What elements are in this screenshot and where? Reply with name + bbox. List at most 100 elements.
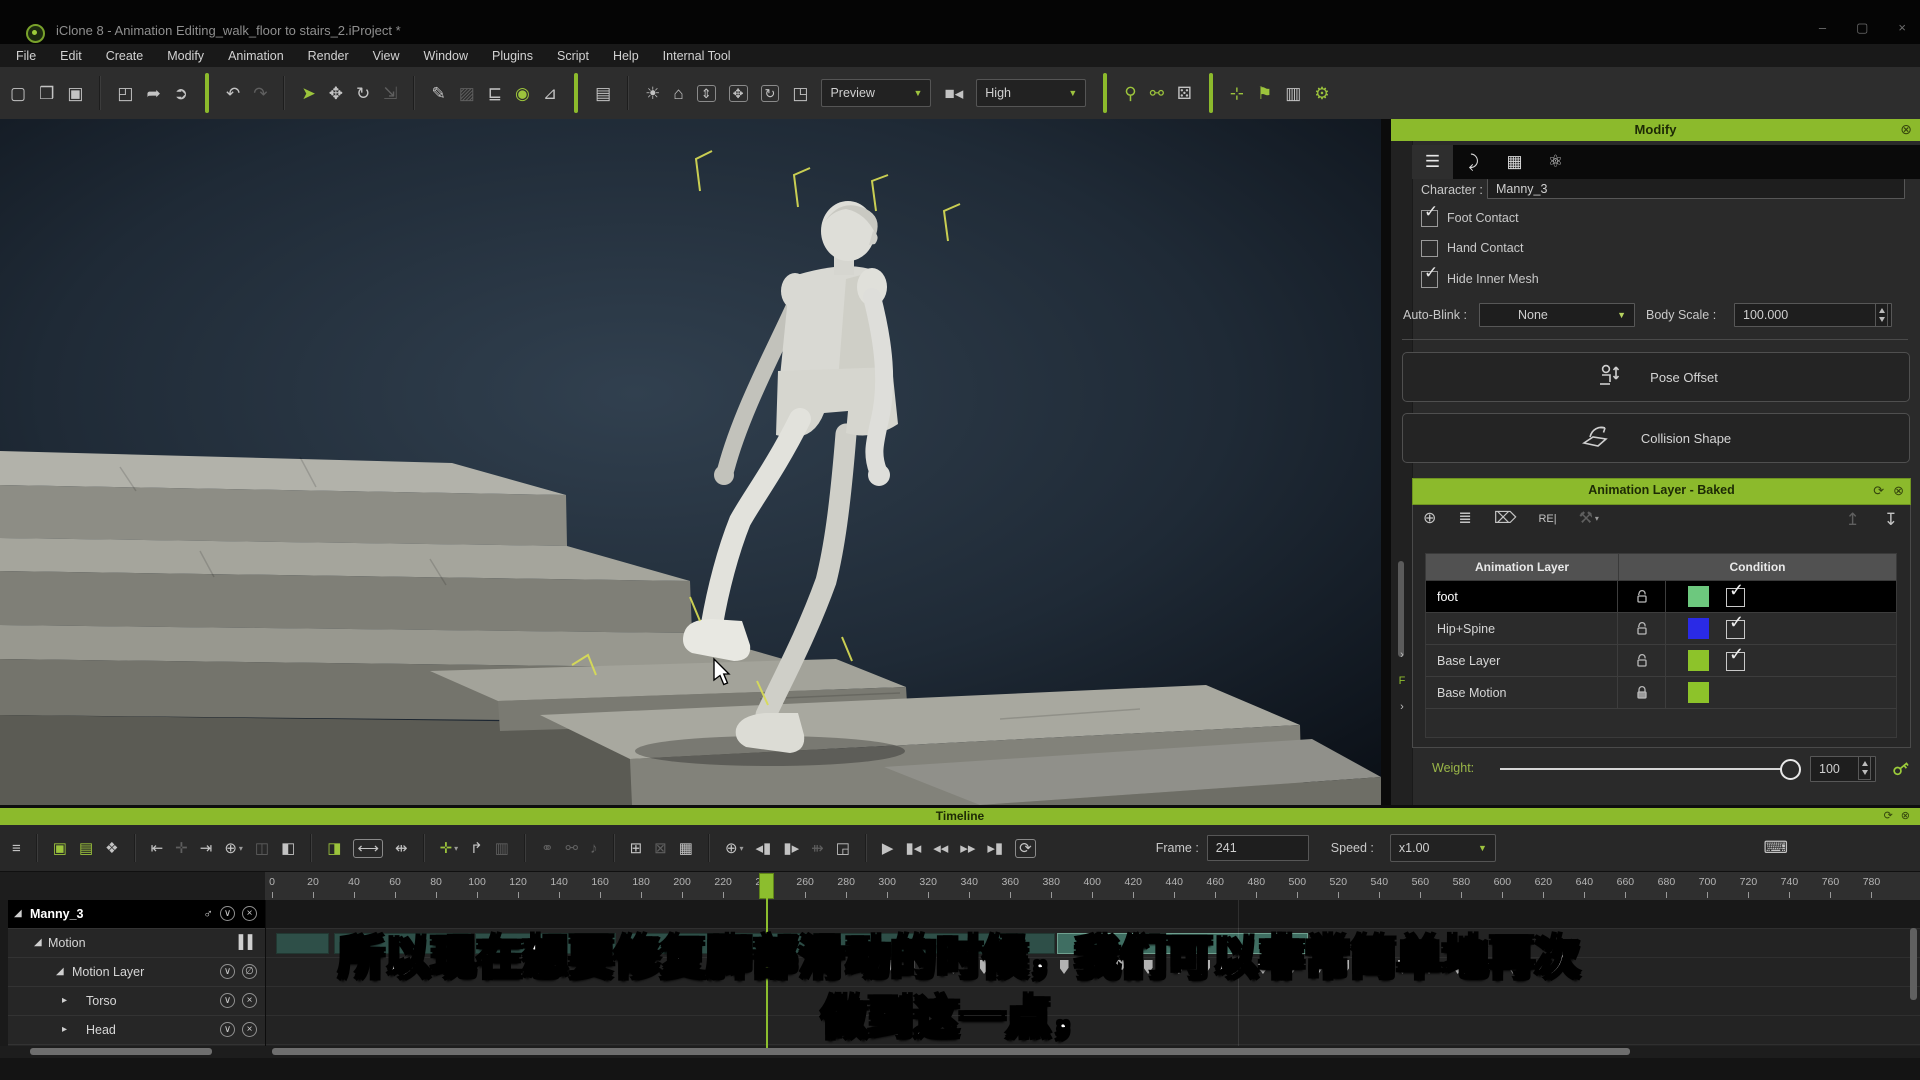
align-icon[interactable]: ⊑: [488, 85, 502, 102]
collapse-circle-icon[interactable]: ∨: [220, 906, 235, 921]
lock-open-icon[interactable]: [1618, 645, 1666, 676]
panel-scrollbar[interactable]: [1398, 561, 1404, 657]
layer-color-swatch[interactable]: [1688, 682, 1709, 703]
spin-down-icon[interactable]: [1879, 317, 1885, 322]
menu-render[interactable]: Render: [308, 49, 349, 63]
unlink-icon[interactable]: ⚯: [566, 841, 579, 856]
timeline-header[interactable]: Timeline ⟳⊗: [0, 808, 1920, 825]
refresh-icon[interactable]: ⟳: [1884, 809, 1893, 822]
menu-view[interactable]: View: [373, 49, 400, 63]
capture-range-icon[interactable]: ◲: [836, 841, 850, 856]
gear-icon[interactable]: ⚙: [1314, 85, 1329, 102]
quality-dropdown[interactable]: High▼: [976, 79, 1086, 107]
bake-brush-icon[interactable]: ⚒▾: [1579, 511, 1599, 527]
rewind-icon[interactable]: ◂◂: [933, 841, 948, 856]
body-scale-field[interactable]: 100.000: [1734, 303, 1892, 327]
undo-icon[interactable]: ↶: [226, 85, 240, 102]
loop-span-icon[interactable]: ⟷: [353, 839, 383, 858]
checkbox-hide-inner-mesh[interactable]: ✓: [1421, 271, 1438, 288]
redo-icon[interactable]: ↷: [253, 85, 267, 102]
export-project-icon[interactable]: ➦: [146, 85, 160, 102]
layer-row-base-motion[interactable]: Base Motion: [1425, 677, 1897, 709]
close-icon[interactable]: ⊗: [1901, 809, 1910, 822]
camera-view-icon[interactable]: ◳: [792, 85, 808, 102]
motion-clip-icon[interactable]: ▥: [495, 841, 509, 856]
object-pick-icon[interactable]: ❖: [105, 841, 118, 856]
go-end-icon[interactable]: ▸▮: [987, 841, 1003, 856]
menu-animation[interactable]: Animation: [228, 49, 284, 63]
audio-track-icon[interactable]: ♪: [590, 841, 598, 856]
flag-icon[interactable]: ⚑: [1257, 85, 1272, 102]
pack-project-icon[interactable]: ◰: [117, 85, 133, 102]
weight-slider-track[interactable]: [1500, 768, 1790, 770]
rotate-tool-icon[interactable]: ↻: [356, 85, 370, 102]
transform-move-icon[interactable]: ✥: [729, 85, 748, 102]
lock-open-icon[interactable]: [1618, 613, 1666, 644]
filter-track-icon[interactable]: ▦: [679, 841, 693, 856]
close-button[interactable]: ×: [1898, 20, 1906, 36]
tab-material-icon[interactable]: ▦: [1494, 145, 1535, 179]
paint-icon[interactable]: ▨: [459, 85, 475, 102]
collision-shape-button[interactable]: Collision Shape: [1402, 413, 1910, 463]
pivot-view-icon[interactable]: ⚯: [1150, 85, 1164, 102]
layer-color-swatch[interactable]: [1688, 650, 1709, 671]
prev-edit-icon[interactable]: ⇤: [151, 841, 164, 856]
remove-circle-icon[interactable]: ×: [242, 906, 257, 921]
select-tool-icon[interactable]: ➤: [301, 85, 315, 102]
add-motion-icon[interactable]: ⊕▾: [224, 841, 243, 856]
menu-window[interactable]: Window: [424, 49, 468, 63]
close-icon[interactable]: ⊗: [1893, 483, 1904, 499]
open-project-icon[interactable]: ❒: [39, 85, 54, 102]
scale-tool-icon[interactable]: ⇲: [383, 85, 397, 102]
checkbox-hand-contact[interactable]: [1421, 240, 1438, 257]
preview-dropdown[interactable]: Preview▼: [821, 79, 931, 107]
move-tool-icon[interactable]: ✥: [329, 85, 343, 102]
menu-help[interactable]: Help: [613, 49, 639, 63]
timeline-ruler[interactable]: 0204060801001201401601802002202402602803…: [0, 872, 1920, 900]
menu-internal-tool[interactable]: Internal Tool: [663, 49, 731, 63]
content-panel-icon[interactable]: ▤: [595, 85, 611, 102]
character-field[interactable]: Manny_3: [1487, 179, 1905, 199]
fit-span-icon[interactable]: ⇹: [395, 841, 408, 856]
edit-mesh-icon[interactable]: ✎: [431, 85, 445, 102]
modify-panel-header[interactable]: Modify ⊗: [1391, 119, 1920, 141]
layer-row-hip-spine[interactable]: Hip+Spine✓: [1425, 613, 1897, 645]
spin-up-icon[interactable]: [1879, 308, 1885, 313]
mark-range-icon[interactable]: ◨: [327, 841, 341, 856]
spin-up-icon[interactable]: [1862, 761, 1868, 766]
new-project-icon[interactable]: ▢: [10, 85, 26, 102]
auto-blink-dropdown[interactable]: None ▼: [1479, 303, 1635, 327]
spin-down-icon[interactable]: [1862, 770, 1868, 775]
pose-offset-button[interactable]: Pose Offset: [1402, 352, 1910, 402]
link-icon[interactable]: ⚭: [541, 841, 554, 856]
playhead-handle[interactable]: [759, 873, 774, 899]
layer-stack-icon[interactable]: ≣: [1458, 511, 1471, 527]
add-key-icon[interactable]: ✛▾: [440, 841, 459, 856]
menu-script[interactable]: Script: [557, 49, 589, 63]
male-icon[interactable]: ♂: [203, 907, 213, 920]
track-list-icon[interactable]: ≡: [12, 841, 21, 856]
transition-curve-icon[interactable]: ↱: [470, 841, 483, 856]
layer-enabled-checkbox[interactable]: ✓: [1726, 588, 1745, 607]
normals-icon[interactable]: ⊿: [543, 85, 557, 102]
break-clip-icon[interactable]: ◫: [255, 841, 269, 856]
timeline-scrollbar[interactable]: [272, 1048, 1630, 1055]
rename-layer-icon[interactable]: RE|: [1538, 514, 1556, 525]
zoom-time-icon[interactable]: ⊕▾: [725, 841, 744, 856]
visibility-icon[interactable]: ◉: [515, 85, 530, 102]
viewport-3d[interactable]: [0, 119, 1381, 805]
animation-layer-header[interactable]: Animation Layer - Baked ⟳⊗: [1412, 478, 1911, 505]
prev-key-icon[interactable]: ◂▮: [756, 841, 772, 856]
weight-spinner[interactable]: [1858, 756, 1871, 780]
layer-enabled-checkbox[interactable]: ✓: [1726, 620, 1745, 639]
export-usd-icon[interactable]: ➲: [174, 85, 188, 102]
chevron-right-icon[interactable]: ›: [1395, 649, 1409, 661]
close-icon[interactable]: ⊗: [1900, 121, 1912, 138]
remove-track-icon[interactable]: ⊠: [654, 841, 667, 856]
menu-file[interactable]: File: [16, 49, 36, 63]
merge-up-icon[interactable]: ↥: [1846, 511, 1860, 528]
loop-icon[interactable]: ⟳: [1015, 839, 1036, 858]
track-panel-scrollbar[interactable]: [30, 1048, 212, 1055]
maximize-button[interactable]: ▢: [1856, 20, 1868, 36]
menu-modify[interactable]: Modify: [167, 49, 204, 63]
